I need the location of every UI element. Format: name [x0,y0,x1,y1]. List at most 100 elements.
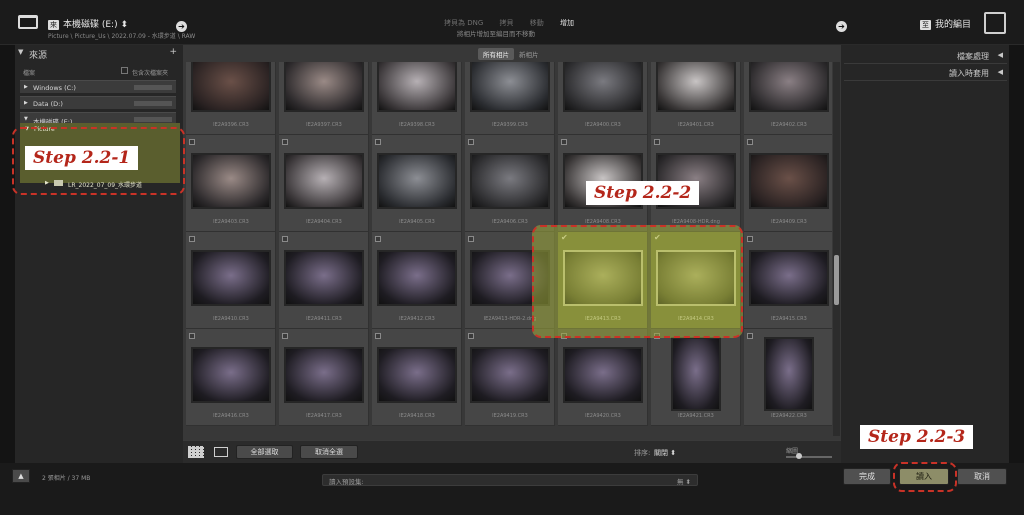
photo-thumbnail[interactable] [191,153,271,209]
photo-thumbnail[interactable] [377,347,457,403]
photo-thumbnail[interactable] [749,153,829,209]
collapse-up-button[interactable]: ▲ [12,469,30,483]
include-checkbox[interactable] [282,139,288,145]
thumbnail-cell[interactable]: IE2A9411.CR3 [279,232,369,329]
thumbnail-cell[interactable]: IE2A9396.CR3 [186,62,276,135]
photo-thumbnail[interactable] [284,153,364,209]
thumbnail-filename: IE2A9412.CR3 [399,316,435,322]
include-checkbox[interactable] [747,139,753,145]
thumbnail-cell[interactable]: IE2A9406.CR3 [465,135,555,232]
thumbnail-cell[interactable]: IE2A9405.CR3 [372,135,462,232]
mode-copy[interactable]: 拷貝 [500,19,514,27]
panel-apply-during-import[interactable]: 讀入時套用 ◀ [844,67,1007,80]
photo-thumbnail[interactable] [470,62,550,112]
thumbnail-cell[interactable]: IE2A9401.CR3 [651,62,741,135]
collapse-triangle-icon: ◀ [997,51,1003,59]
thumbnail-cell[interactable]: IE2A9403.CR3 [186,135,276,232]
thumbnail-cell[interactable]: IE2A9416.CR3 [186,329,276,426]
callout-import-button [893,462,957,492]
thumbnail-filename: IE2A9415.CR3 [771,316,807,322]
arrow-right-icon: ➔ [836,21,847,32]
thumbnail-cell[interactable]: IE2A9400.CR3 [558,62,648,135]
photo-thumbnail[interactable] [563,62,643,112]
thumbnail-cell[interactable]: IE2A9419.CR3 [465,329,555,426]
import-preset-dropdown[interactable]: 讀入預設集: 無 ⬍ [322,474,698,486]
thumbnail-cell[interactable]: IE2A9402.CR3 [744,62,832,135]
thumbnail-size-slider[interactable] [786,456,832,458]
done-button[interactable]: 完成 [843,468,891,485]
thumbnail-cell[interactable]: IE2A9421.CR3 [651,329,741,426]
tab-all-photos[interactable]: 所有相片 [478,48,514,60]
include-checkbox[interactable] [468,236,474,242]
photo-thumbnail[interactable] [191,250,271,306]
include-checkbox[interactable] [654,139,660,145]
include-subfolders-checkbox[interactable] [121,67,128,74]
mode-add[interactable]: 增加 [560,19,574,27]
photo-thumbnail[interactable] [656,62,736,112]
thumbnail-cell[interactable]: IE2A9417.CR3 [279,329,369,426]
thumbnail-cell[interactable]: IE2A9412.CR3 [372,232,462,329]
photo-thumbnail[interactable] [764,337,814,411]
thumbnail-filename: IE2A9418.CR3 [399,413,435,419]
thumbnail-size-knob[interactable] [796,453,802,459]
photo-thumbnail[interactable] [284,62,364,112]
volume-windows-c[interactable]: ▶ Windows (C:) [20,80,176,93]
thumbnail-cell[interactable]: IE2A9409.CR3 [744,135,832,232]
include-checkbox[interactable] [282,333,288,339]
thumbnail-cell[interactable]: IE2A9398.CR3 [372,62,462,135]
include-checkbox[interactable] [561,139,567,145]
include-checkbox[interactable] [189,139,195,145]
grid-scrollbar[interactable] [833,62,840,436]
photo-thumbnail[interactable] [563,347,643,403]
photo-thumbnail[interactable] [377,153,457,209]
thumbnail-cell[interactable]: IE2A9410.CR3 [186,232,276,329]
include-checkbox[interactable] [375,333,381,339]
include-checkbox[interactable] [375,139,381,145]
thumbnail-cell[interactable]: IE2A9420.CR3 [558,329,648,426]
photo-thumbnail[interactable] [470,153,550,209]
thumbnail-filename: IE2A9401.CR3 [678,122,714,128]
thumbnail-cell[interactable]: IE2A9422.CR3 [744,329,832,426]
loupe-view-icon[interactable] [214,447,228,457]
photo-thumbnail[interactable] [377,250,457,306]
thumbnail-cell[interactable]: IE2A9399.CR3 [465,62,555,135]
photo-thumbnail[interactable] [749,62,829,112]
photo-thumbnail[interactable] [191,347,271,403]
volume-data-d[interactable]: ▶ Data (D:) [20,96,176,109]
volume-usage-bar [134,117,172,122]
plus-icon[interactable]: + [169,47,177,57]
grid-view-icon[interactable] [188,446,204,458]
include-checkbox[interactable] [468,139,474,145]
thumbnail-cell[interactable]: IE2A9418.CR3 [372,329,462,426]
drive-icon[interactable] [18,15,38,29]
uncheck-all-button[interactable]: 取消全選 [300,445,358,459]
include-checkbox[interactable] [189,333,195,339]
tab-new-photos[interactable]: 新相片 [514,48,544,60]
photo-thumbnail[interactable] [671,337,721,411]
photo-thumbnail[interactable] [749,250,829,306]
include-checkbox[interactable] [282,236,288,242]
photo-thumbnail[interactable] [377,62,457,112]
thumbnail-cell[interactable]: IE2A9397.CR3 [279,62,369,135]
check-all-button[interactable]: 全部選取 [236,445,293,459]
source-selector[interactable]: 來本機磁碟 (E:) ⬍ [48,17,128,30]
include-checkbox[interactable] [747,236,753,242]
mode-move[interactable]: 移動 [530,19,544,27]
files-row: 檔案 包含次檔案夾 [18,66,178,78]
panel-file-handling[interactable]: 檔案處理 ◀ [844,50,1007,63]
photo-thumbnail[interactable] [284,347,364,403]
include-checkbox[interactable] [189,236,195,242]
include-checkbox[interactable] [747,333,753,339]
source-panel-header[interactable]: ▼ 來源 + [15,47,183,61]
thumbnail-cell[interactable]: IE2A9404.CR3 [279,135,369,232]
sort-dropdown[interactable]: 關閉 ⬍ [654,448,676,458]
photo-thumbnail[interactable] [284,250,364,306]
thumbnail-cell[interactable]: IE2A9415.CR3 [744,232,832,329]
photo-thumbnail[interactable] [191,62,271,112]
grid-scrollbar-thumb[interactable] [834,255,839,305]
include-checkbox[interactable] [375,236,381,242]
photo-thumbnail[interactable] [470,347,550,403]
include-checkbox[interactable] [468,333,474,339]
mode-copy-dng[interactable]: 拷貝為 DNG [444,19,483,27]
cancel-button[interactable]: 取消 [957,468,1007,485]
